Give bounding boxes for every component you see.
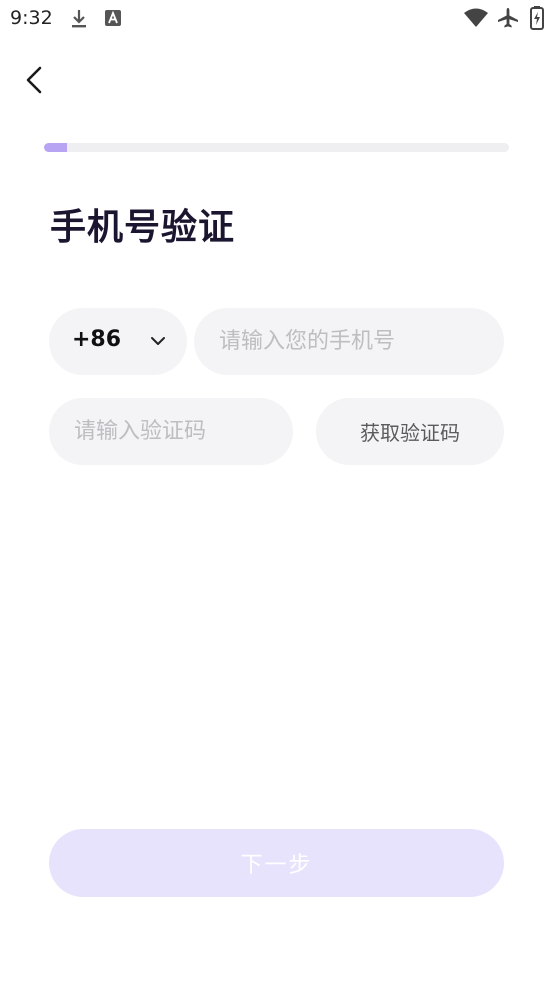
country-code-value: +86 xyxy=(72,327,122,352)
status-bar: 9:32 xyxy=(0,0,553,38)
font-a-icon xyxy=(105,10,121,26)
phone-field-container xyxy=(194,308,504,375)
chevron-left-icon xyxy=(26,66,42,94)
chevron-down-icon xyxy=(151,337,165,345)
download-icon xyxy=(72,10,86,28)
airplane-icon xyxy=(498,8,518,28)
sms-code-field-container xyxy=(49,398,293,465)
next-button[interactable]: 下一步 xyxy=(49,829,504,897)
back-button[interactable] xyxy=(16,60,56,100)
wifi-icon xyxy=(464,8,488,27)
phone-input[interactable] xyxy=(194,308,504,375)
progress-fill xyxy=(44,143,68,152)
get-code-button[interactable]: 获取验证码 xyxy=(316,398,504,465)
progress-bar xyxy=(44,143,509,152)
status-time: 9:32 xyxy=(10,7,53,29)
country-code-select[interactable]: +86 xyxy=(49,308,187,375)
page-title: 手机号验证 xyxy=(50,207,236,248)
sms-code-input[interactable] xyxy=(49,398,293,465)
battery-charging-icon xyxy=(530,6,544,30)
